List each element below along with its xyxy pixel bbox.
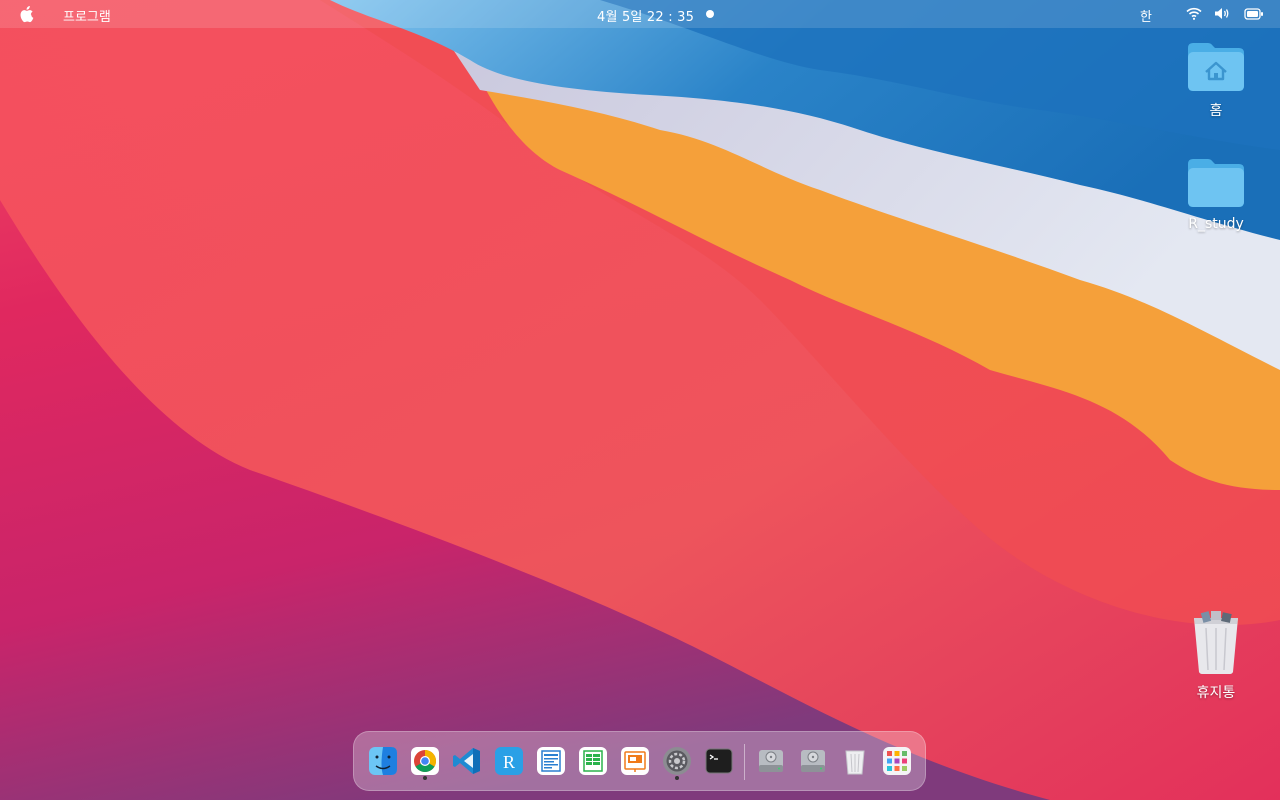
dock-calc[interactable] — [578, 746, 608, 776]
svg-text:R: R — [503, 752, 515, 772]
dock-chrome[interactable] — [410, 746, 440, 776]
desktop-home-folder[interactable]: 홈 — [1176, 40, 1256, 120]
dock-vscode[interactable] — [452, 746, 482, 776]
chrome-running-indicator — [423, 776, 427, 780]
dock-r[interactable]: R — [494, 746, 524, 776]
drive-icon — [801, 750, 825, 772]
notification-dot — [706, 10, 714, 18]
chrome-icon — [411, 747, 439, 775]
calc-icon — [579, 747, 607, 775]
dock-drive-2[interactable] — [798, 746, 828, 776]
dock-trash[interactable] — [840, 746, 870, 776]
dock-impress[interactable] — [620, 746, 650, 776]
writer-icon — [537, 747, 565, 775]
dock-finder[interactable] — [368, 746, 398, 776]
dock-writer[interactable] — [536, 746, 566, 776]
dock-settings[interactable] — [662, 746, 692, 776]
finder-icon — [369, 747, 397, 775]
terminal-icon — [705, 748, 733, 774]
r-icon: R — [495, 747, 523, 775]
volume-icon[interactable] — [1214, 7, 1232, 20]
launchpad-icon — [883, 747, 911, 775]
trash-icon — [845, 750, 865, 775]
battery-icon[interactable] — [1244, 8, 1264, 20]
input-method-indicator[interactable]: 한 — [1140, 6, 1152, 25]
settings-running-indicator — [675, 776, 679, 780]
impress-icon — [621, 747, 649, 775]
trash-full-icon — [1194, 611, 1238, 674]
desktop-rstudy-folder[interactable]: R_study — [1176, 156, 1256, 232]
clock[interactable]: 4월 5일 22 : 35 — [597, 6, 694, 25]
desktop-trash[interactable]: 휴지통 — [1176, 610, 1256, 702]
apple-logo-icon[interactable] — [18, 5, 34, 23]
home-folder-label: 홈 — [1209, 103, 1223, 119]
home-folder-icon — [1188, 43, 1244, 91]
vscode-icon — [453, 748, 480, 774]
desktop-wallpaper — [0, 0, 1280, 800]
programs-menu[interactable]: 프로그램 — [63, 6, 111, 25]
trash-label: 휴지통 — [1196, 685, 1236, 701]
rstudy-folder-label: R_study — [1188, 216, 1244, 232]
dock-terminal[interactable] — [704, 746, 734, 776]
dock-separator — [744, 744, 745, 780]
folder-icon — [1188, 159, 1244, 207]
dock: R — [353, 731, 926, 791]
dock-launchpad[interactable] — [882, 746, 912, 776]
settings-icon — [663, 747, 691, 775]
wifi-icon[interactable] — [1186, 7, 1202, 20]
drive-icon — [759, 750, 783, 772]
top-menu-bar: 프로그램 4월 5일 22 : 35 한 — [0, 0, 1280, 28]
dock-drive-1[interactable] — [756, 746, 786, 776]
